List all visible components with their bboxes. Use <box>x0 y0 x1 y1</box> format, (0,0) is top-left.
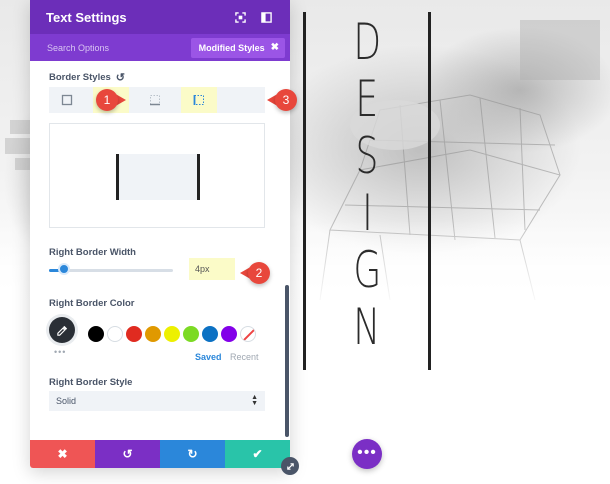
callout-1: 1 <box>96 89 126 111</box>
bottom-border-icon <box>150 95 160 106</box>
swatch-none[interactable] <box>240 326 256 342</box>
design-letter: N <box>353 298 381 356</box>
expand-icon[interactable] <box>232 9 248 25</box>
resize-icon <box>286 462 294 470</box>
select-arrows-icon: ▲ ▼ <box>251 394 258 407</box>
border-preview-sample <box>116 154 200 200</box>
design-letter: E <box>355 70 379 128</box>
reset-icon[interactable]: ↺ <box>116 71 125 84</box>
panel-footer: ✖ ↺ ↻ ✔ <box>30 440 290 468</box>
swatch-green[interactable] <box>183 326 199 342</box>
modified-styles-label: Modified Styles <box>198 42 265 53</box>
swatch-yellow[interactable] <box>164 326 180 342</box>
border-preview <box>49 123 265 228</box>
swatch-blue[interactable] <box>202 326 218 342</box>
callout-3: 3 <box>267 89 297 111</box>
border-styles-tabs <box>49 87 265 113</box>
panel-title: Text Settings <box>46 9 127 25</box>
swatch-black[interactable] <box>88 326 104 342</box>
tab-saved-colors[interactable]: Saved <box>195 352 222 362</box>
sidebar-toggle-icon[interactable] <box>258 9 274 25</box>
eyedropper-icon <box>56 325 67 336</box>
redo-icon: ↻ <box>187 447 198 461</box>
swatch-red[interactable] <box>126 326 142 342</box>
undo-icon: ↺ <box>122 447 133 461</box>
right-border-width-label: Right Border Width <box>49 247 136 258</box>
all-borders-icon <box>61 94 73 106</box>
redo-button[interactable]: ↻ <box>160 440 225 468</box>
border-styles-heading: Border Styles ↺ <box>49 71 125 84</box>
close-icon[interactable]: ✖ <box>271 42 279 53</box>
left-border-icon <box>193 95 204 105</box>
swatch-white[interactable] <box>107 326 123 342</box>
design-letter: G <box>353 241 381 299</box>
resize-handle[interactable] <box>281 457 299 475</box>
right-border-color-label: Right Border Color <box>49 298 135 309</box>
callout-2: 2 <box>240 262 270 284</box>
color-picker-button[interactable] <box>49 317 75 343</box>
swatch-purple[interactable] <box>221 326 237 342</box>
panel-scrollbar[interactable] <box>285 285 289 437</box>
check-icon: ✔ <box>252 447 263 461</box>
tab-all-borders[interactable] <box>49 87 85 113</box>
panel-header: Text Settings <box>30 0 290 34</box>
callout-number: 1 <box>96 89 118 111</box>
color-swatches <box>88 326 256 342</box>
right-border-style-select[interactable]: Solid ▲ ▼ <box>49 391 265 411</box>
search-bar: Modified Styles ✖ <box>30 34 290 61</box>
callout-number: 2 <box>248 262 270 284</box>
more-options-button[interactable]: ••• <box>352 439 382 469</box>
tab-left-border[interactable] <box>181 87 217 113</box>
slider-thumb[interactable] <box>58 263 70 275</box>
builder-canvas: D E S I G N ••• Text Settings Modified S… <box>0 0 610 484</box>
more-colors-icon[interactable]: ••• <box>54 347 66 357</box>
right-border-style-value: Solid <box>56 396 77 406</box>
callout-number: 3 <box>275 89 297 111</box>
close-icon: ✖ <box>57 447 68 461</box>
swatch-orange[interactable] <box>145 326 161 342</box>
undo-button[interactable]: ↺ <box>95 440 160 468</box>
border-styles-label: Border Styles <box>49 72 111 83</box>
design-text-module[interactable]: D E S I G N <box>306 14 428 356</box>
right-border-style-label: Right Border Style <box>49 377 133 388</box>
design-letter: S <box>355 127 379 185</box>
tab-recent-colors[interactable]: Recent <box>230 352 259 362</box>
tab-bottom-border[interactable] <box>137 87 173 113</box>
design-right-border <box>428 12 431 370</box>
search-options-input[interactable] <box>47 42 187 53</box>
right-border-width-input[interactable] <box>189 258 235 280</box>
text-settings-panel: Text Settings Modified Styles ✖ Border S… <box>30 0 290 468</box>
design-letter: I <box>361 184 373 242</box>
cancel-button[interactable]: ✖ <box>30 440 95 468</box>
design-letter: D <box>353 13 381 71</box>
modified-styles-filter[interactable]: Modified Styles ✖ <box>190 37 285 58</box>
